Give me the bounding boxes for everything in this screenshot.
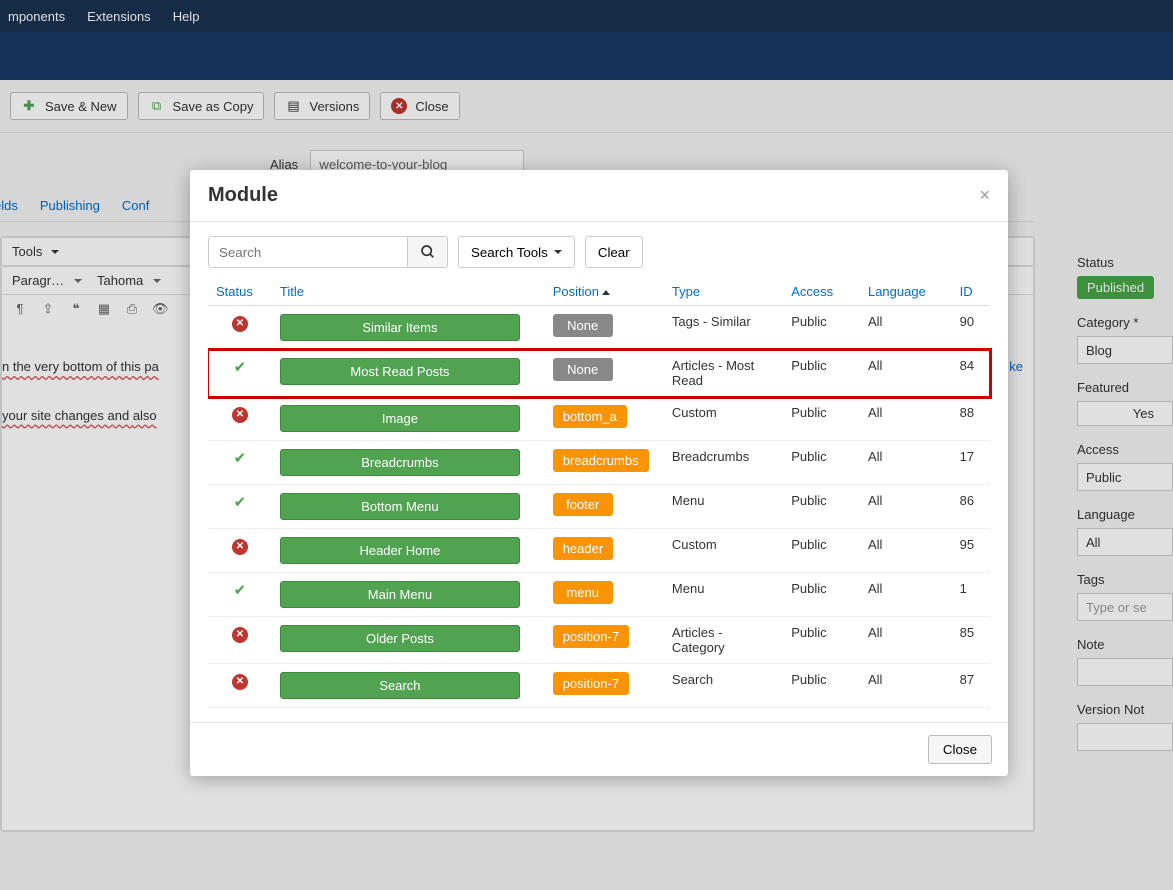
module-title-pill[interactable]: Most Read Posts bbox=[280, 358, 520, 385]
checkmark-icon[interactable]: ✔ bbox=[234, 582, 247, 599]
col-id[interactable]: ID bbox=[952, 278, 990, 306]
module-title-pill[interactable]: Header Home bbox=[280, 537, 520, 564]
col-status[interactable]: Status bbox=[208, 278, 272, 306]
col-title[interactable]: Title bbox=[272, 278, 545, 306]
id-cell: 17 bbox=[952, 441, 990, 485]
position-pill[interactable]: None bbox=[553, 314, 613, 337]
module-title-pill[interactable]: Similar Items bbox=[280, 314, 520, 341]
language-cell: All bbox=[860, 306, 952, 350]
col-type[interactable]: Type bbox=[664, 278, 783, 306]
module-table: Status Title Position Type Access Langua… bbox=[208, 278, 990, 708]
access-cell: Public bbox=[783, 573, 860, 617]
type-cell: Search bbox=[664, 664, 783, 708]
module-modal: Module × Search Tools Clear Status Title… bbox=[190, 170, 1008, 776]
id-cell: 95 bbox=[952, 529, 990, 573]
position-pill[interactable]: position-7 bbox=[553, 672, 629, 695]
search-button[interactable] bbox=[408, 236, 448, 268]
language-cell: All bbox=[860, 529, 952, 573]
module-title-pill[interactable]: Search bbox=[280, 672, 520, 699]
access-cell: Public bbox=[783, 441, 860, 485]
language-cell: All bbox=[860, 573, 952, 617]
access-cell: Public bbox=[783, 350, 860, 397]
type-cell: Articles - Most Read bbox=[664, 350, 783, 397]
position-pill[interactable]: header bbox=[553, 537, 613, 560]
module-title-pill[interactable]: Older Posts bbox=[280, 625, 520, 652]
search-tools-button[interactable]: Search Tools bbox=[458, 236, 575, 268]
type-cell: Custom bbox=[664, 529, 783, 573]
table-row[interactable]: ✔ Most Read Posts None Articles - Most Read… bbox=[208, 350, 990, 397]
disabled-icon[interactable]: ✕ bbox=[232, 627, 248, 643]
clear-button[interactable]: Clear bbox=[585, 236, 643, 268]
table-row[interactable]: ✕ Older Posts position-7 Articles - Categor… bbox=[208, 617, 990, 664]
access-cell: Public bbox=[783, 664, 860, 708]
checkmark-icon[interactable]: ✔ bbox=[234, 450, 247, 467]
checkmark-icon[interactable]: ✔ bbox=[234, 494, 247, 511]
type-cell: Articles - Category bbox=[664, 617, 783, 664]
id-cell: 88 bbox=[952, 397, 990, 441]
access-cell: Public bbox=[783, 306, 860, 350]
type-cell: Tags - Similar bbox=[664, 306, 783, 350]
position-pill[interactable]: menu bbox=[553, 581, 613, 604]
position-pill[interactable]: footer bbox=[553, 493, 613, 516]
disabled-icon[interactable]: ✕ bbox=[232, 674, 248, 690]
language-cell: All bbox=[860, 485, 952, 529]
table-row[interactable]: ✔ Bottom Menu footer MenuPublicAll86 bbox=[208, 485, 990, 529]
type-cell: Menu bbox=[664, 573, 783, 617]
search-input[interactable] bbox=[208, 236, 408, 268]
id-cell: 90 bbox=[952, 306, 990, 350]
col-position[interactable]: Position bbox=[545, 278, 664, 306]
position-pill[interactable]: breadcrumbs bbox=[553, 449, 649, 472]
module-title-pill[interactable]: Breadcrumbs bbox=[280, 449, 520, 476]
language-cell: All bbox=[860, 350, 952, 397]
table-row[interactable]: ✕Searchposition-7SearchPublicAll87 bbox=[208, 664, 990, 708]
disabled-icon[interactable]: ✕ bbox=[232, 407, 248, 423]
search-row: Search Tools Clear bbox=[208, 236, 990, 268]
id-cell: 87 bbox=[952, 664, 990, 708]
table-row[interactable]: ✕ Similar Items None Tags - SimilarPublicAl… bbox=[208, 306, 990, 350]
type-cell: Breadcrumbs bbox=[664, 441, 783, 485]
position-pill[interactable]: None bbox=[553, 358, 613, 381]
modal-close-button[interactable]: Close bbox=[928, 735, 992, 764]
module-title-pill[interactable]: Bottom Menu bbox=[280, 493, 520, 520]
table-row[interactable]: ✕ Header Home header CustomPublicAll95 bbox=[208, 529, 990, 573]
access-cell: Public bbox=[783, 617, 860, 664]
table-row[interactable]: ✔ Main Menu menu MenuPublicAll1 bbox=[208, 573, 990, 617]
modal-footer: Close bbox=[190, 722, 1008, 776]
position-pill[interactable]: bottom_a bbox=[553, 405, 627, 428]
col-access[interactable]: Access bbox=[783, 278, 860, 306]
language-cell: All bbox=[860, 397, 952, 441]
table-row[interactable]: ✔BreadcrumbsbreadcrumbsBreadcrumbsPublic… bbox=[208, 441, 990, 485]
id-cell: 86 bbox=[952, 485, 990, 529]
language-cell: All bbox=[860, 617, 952, 664]
module-title-pill[interactable]: Main Menu bbox=[280, 581, 520, 608]
col-language[interactable]: Language bbox=[860, 278, 952, 306]
id-cell: 1 bbox=[952, 573, 990, 617]
access-cell: Public bbox=[783, 397, 860, 441]
disabled-icon[interactable]: ✕ bbox=[232, 316, 248, 332]
modal-title: Module bbox=[208, 184, 278, 207]
id-cell: 85 bbox=[952, 617, 990, 664]
language-cell: All bbox=[860, 664, 952, 708]
id-cell: 84 bbox=[952, 350, 990, 397]
type-cell: Menu bbox=[664, 485, 783, 529]
access-cell: Public bbox=[783, 485, 860, 529]
disabled-icon[interactable]: ✕ bbox=[232, 539, 248, 555]
module-title-pill[interactable]: Image bbox=[280, 405, 520, 432]
modal-header: Module × bbox=[190, 170, 1008, 222]
checkmark-icon[interactable]: ✔ bbox=[234, 359, 247, 376]
position-pill[interactable]: position-7 bbox=[553, 625, 629, 648]
table-row[interactable]: ✕ Image bottom_a CustomPublicAll88 bbox=[208, 397, 990, 441]
modal-close-x[interactable]: × bbox=[979, 185, 990, 206]
modal-scroll[interactable]: Search Tools Clear Status Title Position… bbox=[208, 236, 1004, 708]
search-icon bbox=[420, 244, 436, 260]
access-cell: Public bbox=[783, 529, 860, 573]
language-cell: All bbox=[860, 441, 952, 485]
type-cell: Custom bbox=[664, 397, 783, 441]
